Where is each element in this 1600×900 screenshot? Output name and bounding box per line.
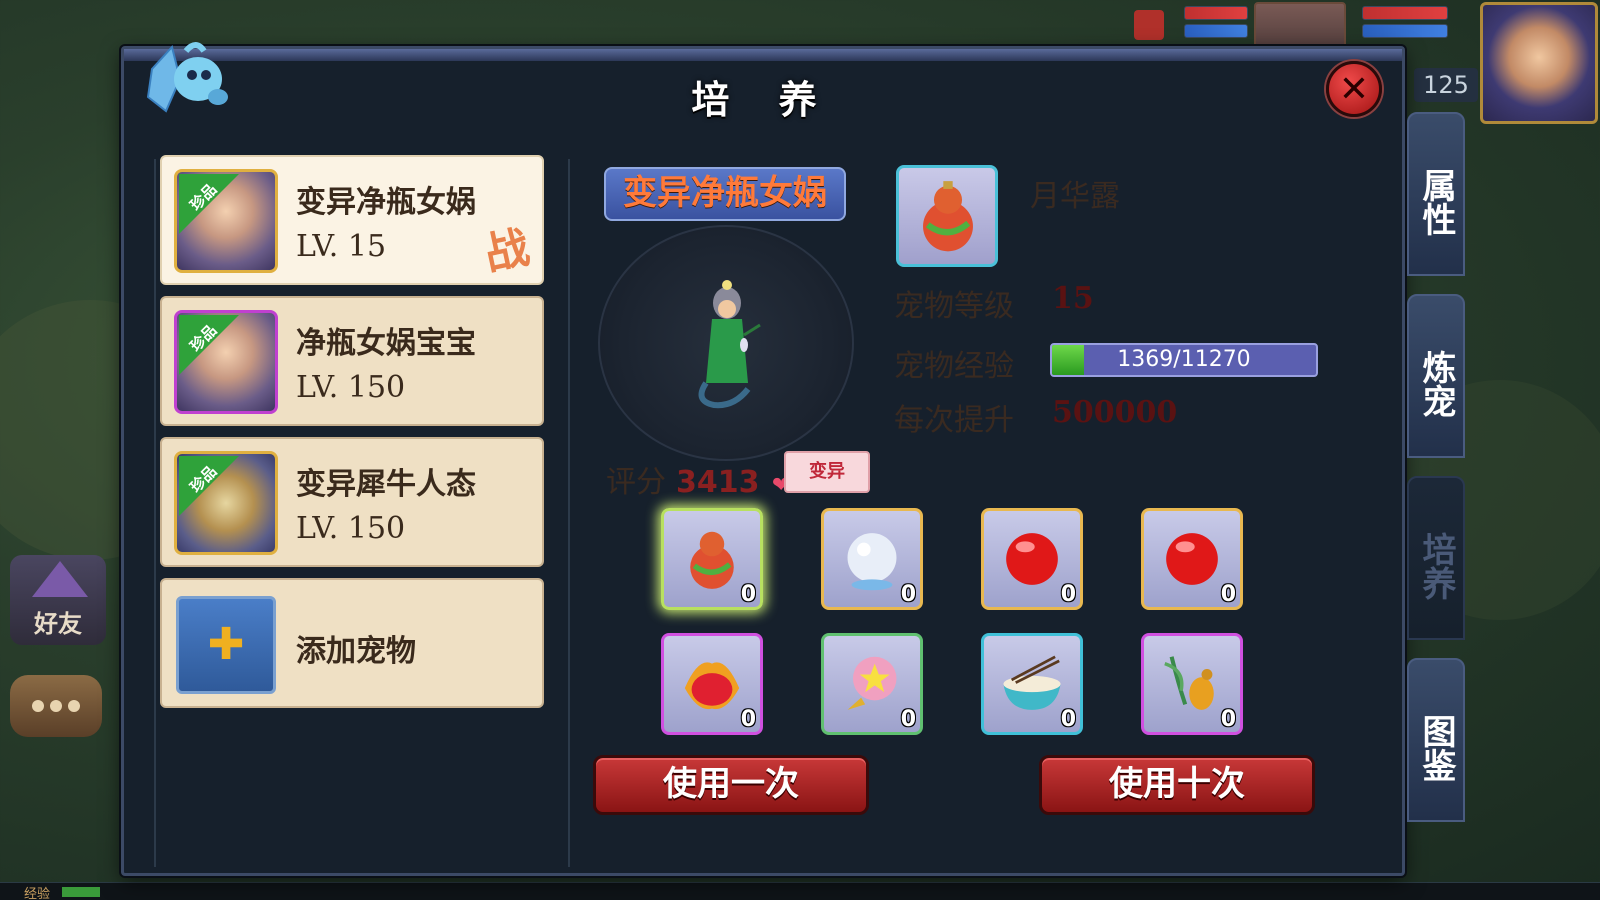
red-orb-icon — [1006, 533, 1058, 585]
item-slot[interactable]: 0 — [821, 633, 923, 735]
item-count: 0 — [740, 707, 756, 732]
red-orb-icon — [1166, 533, 1218, 585]
add-pet-button[interactable]: ✚ — [176, 596, 276, 694]
team-bars — [1184, 6, 1248, 38]
item-count: 0 — [900, 707, 916, 732]
item-count: 0 — [1220, 707, 1236, 732]
pet-exp-bar: 1369/11270 — [1050, 343, 1318, 377]
selected-item-frame — [896, 165, 998, 267]
gourd-icon — [923, 181, 973, 252]
pet-name: 变异净瓶女娲 — [296, 185, 476, 220]
pet-level: LV. 150 — [296, 370, 406, 405]
battle-stamp: 战 — [480, 221, 534, 281]
score-line: 评分 3413 — [606, 457, 760, 501]
pet-avatar: 珍品 — [174, 451, 278, 555]
gourd-leaf-icon — [1164, 656, 1214, 710]
tab-attributes[interactable]: 属性 — [1407, 112, 1465, 276]
item-count: 0 — [1220, 582, 1236, 607]
item-count: 0 — [1060, 582, 1076, 607]
item-slot[interactable]: 0 — [661, 508, 763, 610]
pet-level: LV. 150 — [296, 511, 406, 546]
tab-cultivate[interactable]: 培养 — [1407, 476, 1465, 640]
chat-dot-icon — [32, 700, 44, 712]
exp-strip: 经验 — [0, 882, 1600, 900]
friends-label: 好友 — [34, 610, 82, 638]
pet-name: 净瓶女娲宝宝 — [296, 326, 476, 361]
mutation-tag: 变异 — [784, 451, 870, 493]
chat-dot-icon — [68, 700, 80, 712]
tab-codex[interactable]: 图鉴 — [1407, 658, 1465, 822]
tab-refine-pet[interactable]: 炼宠 — [1407, 294, 1465, 458]
item-slot[interactable]: 0 — [661, 633, 763, 735]
item-count: 0 — [740, 582, 756, 607]
pet-figure — [698, 280, 761, 409]
use-once-button[interactable]: 使用一次 — [593, 755, 869, 815]
add-pet-label: 添加宠物 — [296, 634, 416, 669]
pet-list: 珍品 变异净瓶女娲 LV. 15 战 珍品 净瓶女娲宝宝 LV. 150 珍品 … — [160, 155, 544, 719]
pet-stage[interactable] — [598, 225, 854, 461]
friends-button[interactable]: 好友 — [10, 555, 106, 645]
pet-card[interactable]: 珍品 变异犀牛人态 LV. 150 — [160, 437, 544, 567]
chat-button[interactable] — [10, 675, 102, 737]
boost-value: 500000 — [1052, 395, 1178, 430]
boost-label: 每次提升 — [894, 403, 1014, 438]
dialog-header-bar — [124, 49, 1402, 61]
score-label: 评分 — [606, 465, 666, 500]
close-icon: ✕ — [1338, 68, 1370, 110]
pet-exp-label: 宠物经验 — [894, 349, 1014, 384]
fire-fruit-icon — [684, 662, 740, 710]
exp-strip-label: 经验 — [24, 887, 51, 900]
hero-mp-bar — [1362, 24, 1448, 38]
score-value: 3413 — [676, 465, 760, 500]
item-slot[interactable]: 0 — [821, 508, 923, 610]
chat-dot-icon — [50, 700, 62, 712]
hero-portrait[interactable] — [1480, 2, 1598, 124]
pet-level-value: 15 — [1052, 281, 1094, 316]
cultivate-dialog: 培 养 ✕ 珍品 变异净瓶女娲 LV. 15 战 珍品 净瓶女娲宝宝 LV. 1… — [121, 42, 1405, 876]
item-count: 0 — [1060, 707, 1076, 732]
item-count: 0 — [900, 582, 916, 607]
use-ten-button[interactable]: 使用十次 — [1039, 755, 1315, 815]
pet-avatar: 珍品 — [174, 310, 278, 414]
selected-pet-name: 变异净瓶女娲 — [604, 167, 846, 221]
hero-bars — [1362, 6, 1448, 38]
pet-level-label: 宠物等级 — [894, 289, 1014, 324]
divider — [154, 159, 156, 867]
hero-hp-bar — [1362, 6, 1448, 20]
noodle-bowl-icon — [1003, 655, 1061, 710]
hp-bar — [1184, 6, 1248, 20]
pet-level: LV. 15 — [296, 229, 387, 264]
divider — [568, 159, 570, 867]
gourd-icon — [690, 531, 734, 589]
selected-item-name: 月华露 — [1030, 179, 1120, 214]
close-button[interactable]: ✕ — [1326, 61, 1382, 117]
pet-card[interactable]: 珍品 变异净瓶女娲 LV. 15 战 — [160, 155, 544, 285]
item-slot[interactable]: 0 — [1141, 633, 1243, 735]
pet-name: 变异犀牛人态 — [296, 467, 476, 502]
pet-card[interactable]: 珍品 净瓶女娲宝宝 LV. 150 — [160, 296, 544, 426]
pet-avatar: 珍品 — [174, 169, 278, 273]
pet-exp-text: 1369/11270 — [1117, 347, 1251, 372]
dialog-title: 培 养 — [691, 78, 835, 122]
plus-icon: ✚ — [207, 619, 245, 670]
hero-level: 125 — [1414, 68, 1478, 102]
add-pet-card[interactable]: ✚ 添加宠物 — [160, 578, 544, 708]
mp-bar — [1184, 24, 1248, 38]
exp-strip-fill — [62, 887, 100, 897]
item-slot[interactable]: 0 — [981, 508, 1083, 610]
event-icon[interactable] — [1134, 10, 1164, 40]
item-slot[interactable]: 0 — [981, 633, 1083, 735]
star-candy-icon — [847, 656, 897, 710]
wizard-hat-icon — [32, 561, 88, 597]
pearl-icon — [847, 533, 897, 591]
item-slot[interactable]: 0 — [1141, 508, 1243, 610]
